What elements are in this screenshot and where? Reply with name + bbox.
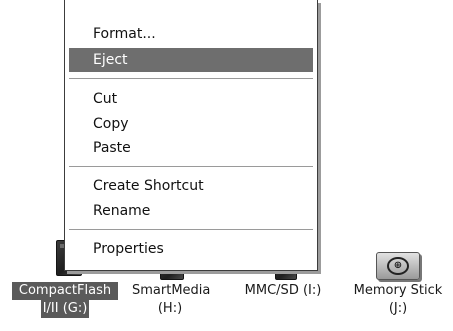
drive-memory-stick[interactable]: ⊕ Memory Stick (J:) [350, 238, 446, 318]
menu-item-eject[interactable]: Eject [69, 48, 313, 72]
drive-label-line2: (H:) [157, 301, 183, 316]
memory-stick-icon: ⊕ [350, 238, 446, 282]
context-menu: Format... Eject Cut Copy Paste Create Sh… [64, 0, 318, 271]
drive-label-line1: SmartMedia [132, 283, 211, 298]
menu-separator [69, 166, 313, 168]
menu-item-paste[interactable]: Paste [69, 136, 313, 160]
drive-label-line2: I/II (G:) [40, 300, 90, 318]
drive-label-line2: (J:) [388, 301, 408, 316]
menu-item-copy[interactable]: Copy [69, 112, 313, 136]
drive-label-line1: CompactFlash [12, 282, 118, 300]
drive-label-line1: MMC/SD (I:) [244, 283, 322, 298]
drive-label-line1: Memory Stick [353, 283, 443, 298]
menu-item-format[interactable]: Format... [69, 22, 313, 46]
menu-item-properties[interactable]: Properties [69, 237, 313, 261]
menu-item-rename[interactable]: Rename [69, 199, 313, 223]
menu-separator [69, 229, 313, 231]
menu-item-create-shortcut[interactable]: Create Shortcut [69, 174, 313, 198]
menu-separator [69, 78, 313, 80]
menu-item-cut[interactable]: Cut [69, 87, 313, 111]
